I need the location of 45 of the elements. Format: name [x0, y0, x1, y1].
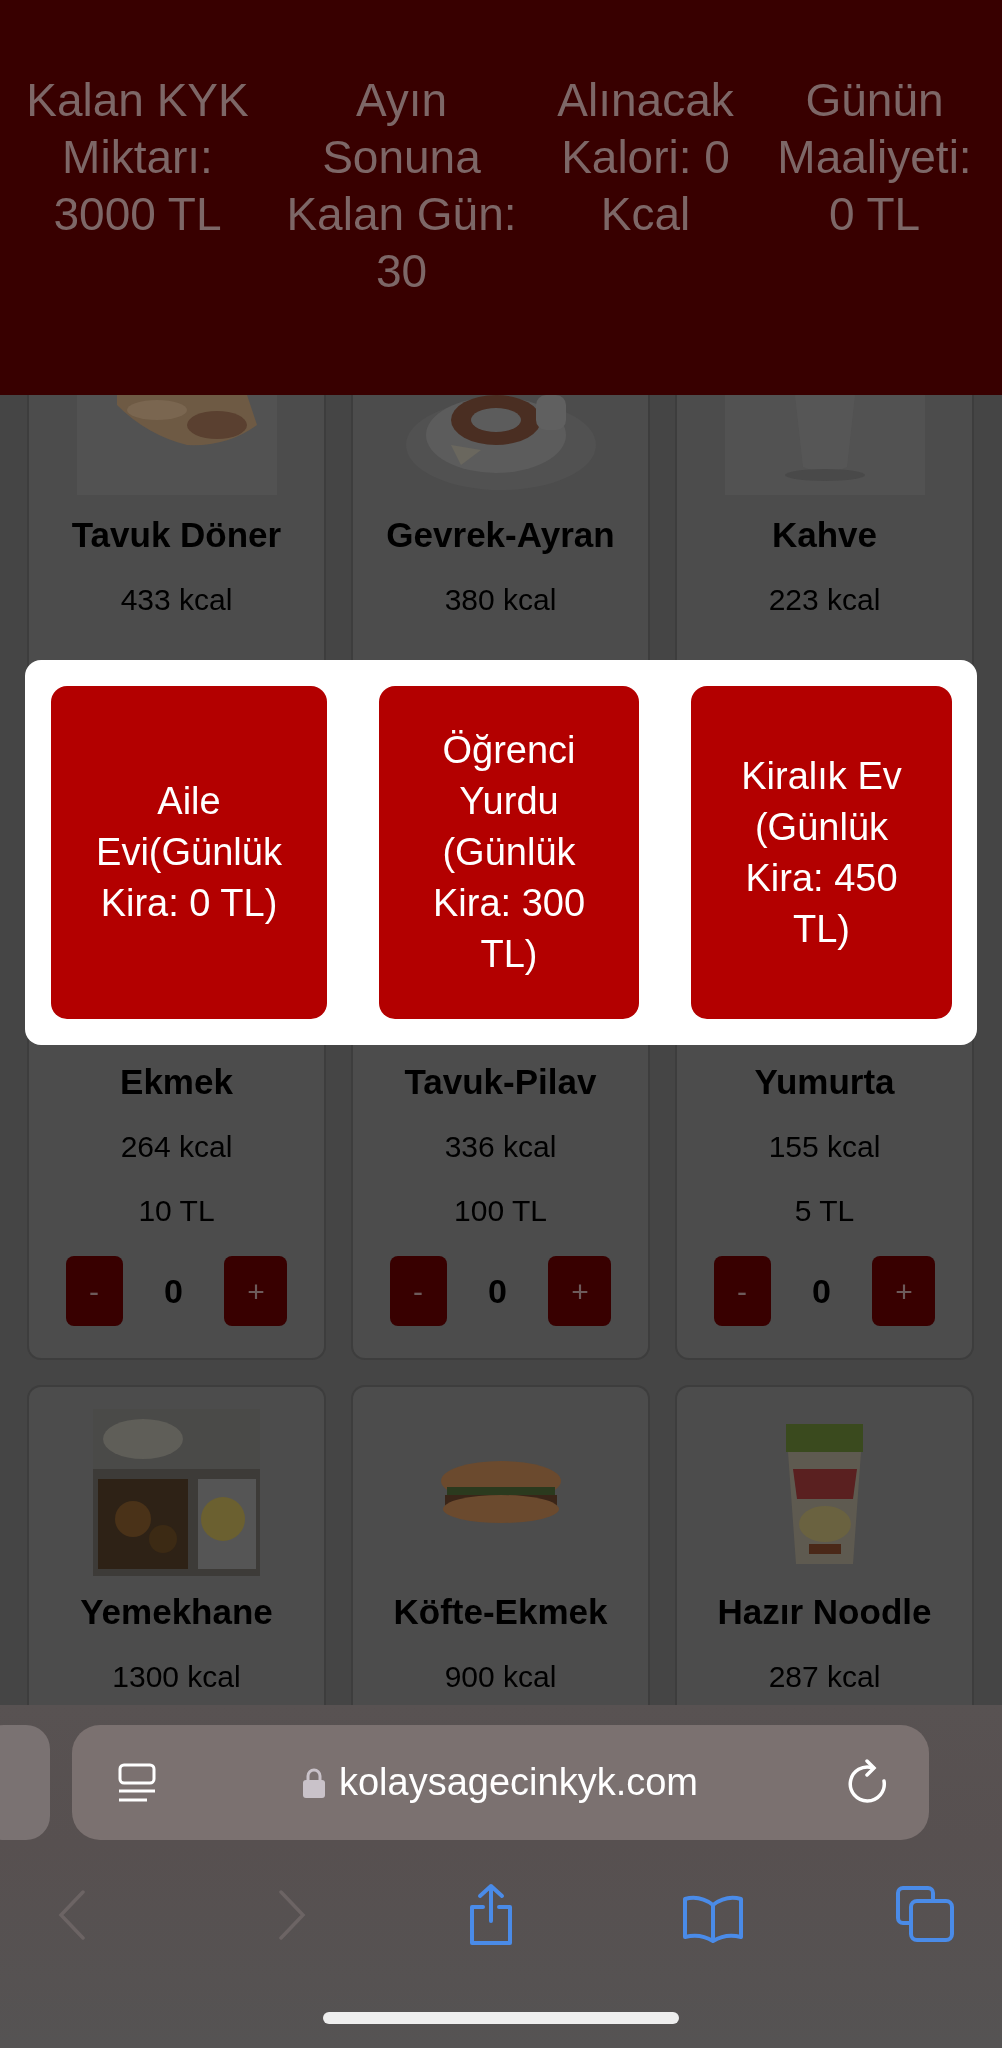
- increase-button[interactable]: +: [872, 1256, 936, 1326]
- quantity-value: 0: [164, 1270, 183, 1312]
- housing-option-button[interactable]: Kiralık Ev (Günlük Kira: 450 TL): [691, 686, 952, 1019]
- food-name: Yemekhane: [80, 1592, 273, 1632]
- quantity-value: 0: [812, 1270, 831, 1312]
- food-name: Gevrek-Ayran: [386, 515, 615, 555]
- calorie-text: 380 kcal: [444, 583, 557, 617]
- quantity-value: 0: [488, 1270, 507, 1312]
- calorie-text: 264 kcal: [120, 1130, 233, 1164]
- housing-option-button[interactable]: Öğrenci Yurdu (Günlük Kira: 300 TL): [379, 686, 639, 1019]
- price-text: 10 TL: [138, 1194, 215, 1228]
- tab-preview[interactable]: [0, 1725, 50, 1840]
- reader-icon[interactable]: [117, 1763, 157, 1803]
- url-text: kolaysagecinkyk.com: [338, 1760, 698, 1805]
- calorie-text: 223 kcal: [768, 583, 881, 617]
- calorie-text: 336 kcal: [444, 1130, 557, 1164]
- reload-icon[interactable]: [845, 1759, 889, 1805]
- calorie-text: 1300 kcal: [112, 1660, 241, 1694]
- calorie-text: 900 kcal: [444, 1660, 557, 1694]
- tabs-icon[interactable]: [895, 1885, 955, 1943]
- stat-label: Kalan KYK Miktarı: 3000 TL: [25, 73, 250, 242]
- book-icon[interactable]: [682, 1893, 744, 1943]
- increase-button[interactable]: +: [548, 1256, 612, 1326]
- stat-label: Ayın Sonuna Kalan Gün: 30: [285, 73, 518, 299]
- lock-icon: [302, 1767, 325, 1798]
- stat-label: Günün Maaliyeti: 0 TL: [776, 73, 973, 242]
- food-name: Kahve: [771, 515, 878, 555]
- decrease-button[interactable]: -: [713, 1256, 771, 1326]
- food-name: Hazır Noodle: [717, 1592, 932, 1632]
- food-name: Yumurta: [754, 1062, 895, 1102]
- decrease-button[interactable]: -: [65, 1256, 123, 1326]
- food-name: Tavuk Döner: [71, 515, 282, 555]
- price-text: 100 TL: [454, 1194, 547, 1228]
- address-bar[interactable]: kolaysagecinkyk.com: [72, 1725, 929, 1840]
- decrease-button[interactable]: -: [389, 1256, 447, 1326]
- calorie-text: 433 kcal: [120, 583, 233, 617]
- price-text: 5 TL: [794, 1194, 855, 1228]
- food-name: Tavuk-Pilav: [404, 1062, 597, 1102]
- housing-option-button[interactable]: Aile Evi(Günlük Kira: 0 TL): [51, 686, 327, 1019]
- stat-label: Alınacak Kalori: 0 Kcal: [556, 73, 735, 242]
- calorie-text: 155 kcal: [768, 1130, 881, 1164]
- increase-button[interactable]: +: [224, 1256, 288, 1326]
- food-name: Ekmek: [120, 1062, 233, 1102]
- calorie-text: 287 kcal: [768, 1660, 881, 1694]
- food-name: Köfte-Ekmek: [393, 1592, 608, 1632]
